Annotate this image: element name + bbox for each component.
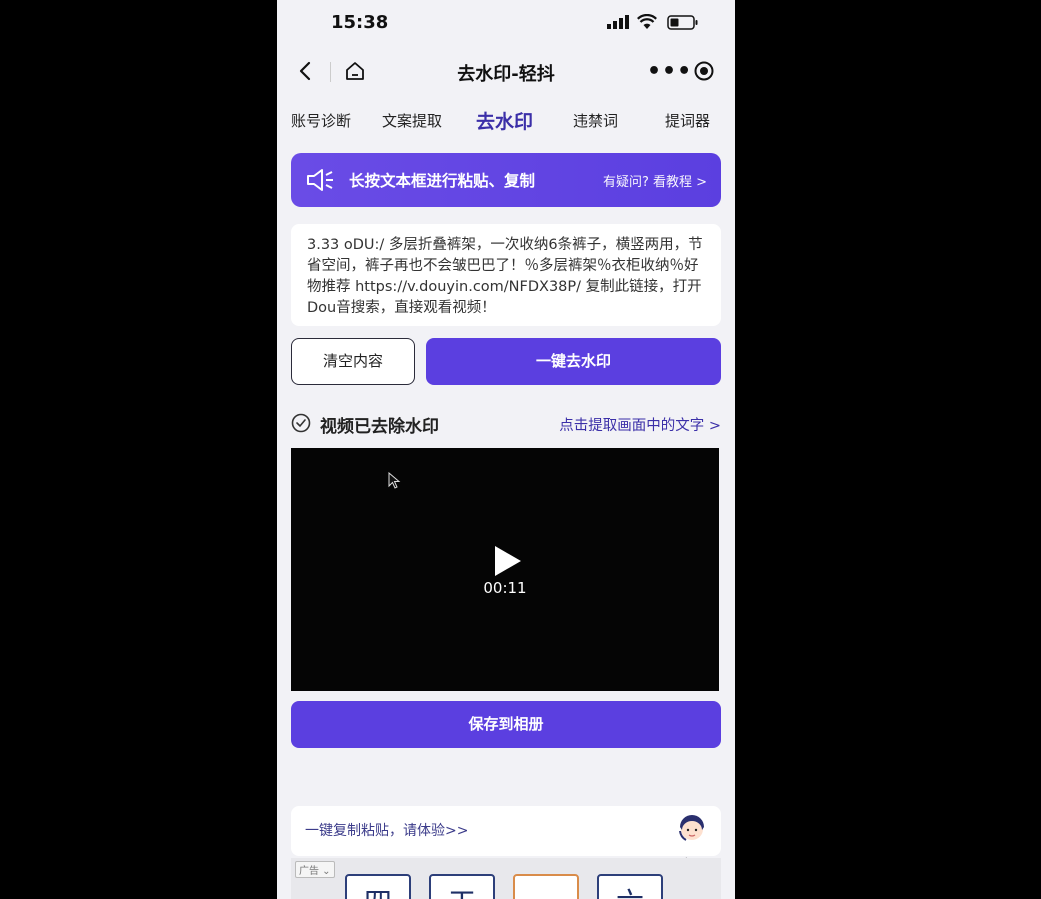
- tab-banned-words[interactable]: 违禁词: [573, 110, 618, 131]
- feature-tabs: 账号诊断 文案提取 去水印 违禁词 提词器: [277, 104, 735, 138]
- ad-card[interactable]: 六: [597, 874, 663, 899]
- link-input-textarea[interactable]: 3.33 oDU:/ 多层折叠裤架，一次收纳6条裤子，横竖两用，节省空间，裤子再…: [291, 224, 721, 326]
- tutorial-link[interactable]: 有疑问? 看教程 >: [603, 171, 707, 190]
- ad-card-char: 四: [347, 881, 409, 899]
- close-miniprogram-icon[interactable]: [693, 60, 715, 82]
- tip-banner: 长按文本框进行粘贴、复制 有疑问? 看教程 >: [291, 153, 721, 207]
- navigation-bar: 去水印-轻抖 •••: [277, 50, 735, 94]
- more-options-button[interactable]: •••: [647, 59, 692, 84]
- clear-content-button[interactable]: 清空内容: [291, 338, 415, 385]
- battery-icon: [667, 15, 698, 30]
- ad-card[interactable]: 四: [345, 874, 411, 899]
- status-bar: 15:38: [277, 0, 735, 44]
- promo-link[interactable]: 一键复制粘贴，请体验>>: [305, 820, 468, 840]
- ad-card-char: 六: [599, 881, 661, 899]
- video-duration: 00:11: [483, 579, 527, 597]
- status-time: 15:38: [331, 12, 389, 33]
- wifi-icon: [637, 14, 657, 29]
- speaker-icon: [307, 169, 333, 191]
- check-circle-icon: [291, 413, 311, 433]
- result-header: 视频已去除水印 点击提取画面中的文字 >: [291, 410, 721, 438]
- ad-card[interactable]: [513, 874, 579, 899]
- ad-banner[interactable]: 广告 ⌄ 四 工 六: [291, 858, 721, 899]
- tab-teleprompter[interactable]: 提词器: [665, 110, 710, 131]
- phone-screen: 15:38 去水印-轻抖 ••• 账号诊断 文案提取 去水印 违禁词 提词器 长…: [277, 0, 735, 899]
- play-icon[interactable]: [493, 544, 523, 578]
- tab-remove-watermark[interactable]: 去水印: [476, 107, 533, 134]
- ad-card-char: 工: [431, 881, 493, 899]
- customer-service-avatar-icon: [673, 811, 711, 849]
- banner-text: 长按文本框进行粘贴、复制: [349, 172, 536, 190]
- promo-strip: 一键复制粘贴，请体验>>: [291, 806, 721, 856]
- tab-copy-extract[interactable]: 文案提取: [382, 110, 442, 131]
- extract-text-link[interactable]: 点击提取画面中的文字 >: [559, 414, 721, 435]
- result-label: 视频已去除水印: [320, 417, 439, 437]
- mouse-cursor-icon: [388, 472, 401, 489]
- ad-tag[interactable]: 广告 ⌄: [295, 861, 335, 878]
- cellular-signal-icon: [607, 15, 629, 29]
- ad-card[interactable]: 工: [429, 874, 495, 899]
- remove-watermark-button[interactable]: 一键去水印: [426, 338, 721, 385]
- tab-account-diagnosis[interactable]: 账号诊断: [291, 110, 351, 131]
- video-player[interactable]: 00:11: [291, 448, 719, 691]
- save-to-album-button[interactable]: 保存到相册: [291, 701, 721, 748]
